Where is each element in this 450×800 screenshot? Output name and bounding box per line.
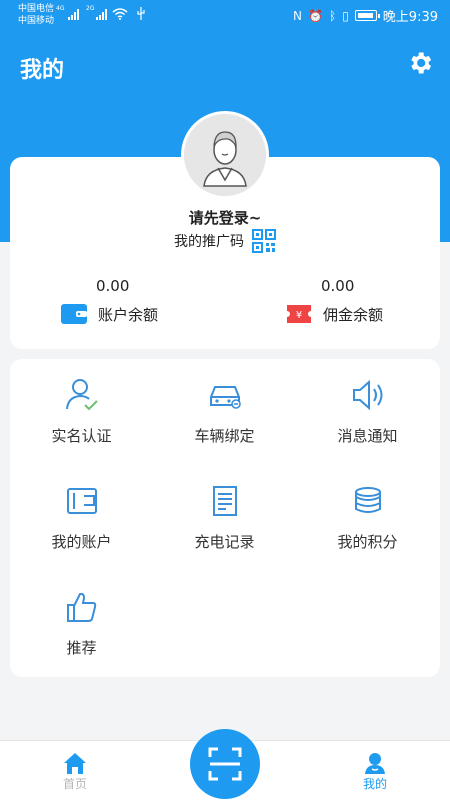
user-profile-icon: [365, 753, 385, 774]
coins-stack-icon: [354, 487, 381, 513]
status-bar: 中国电信 4G 中国移动 2G N ⏰ ᛒ ▯ 晚上9:39: [18, 4, 438, 26]
carrier-info: 中国电信 4G 中国移动: [18, 4, 65, 26]
signal-icon: [96, 8, 107, 20]
commission-balance[interactable]: 0.00 ¥ 佣金余额: [285, 277, 425, 325]
vibrate-icon: ▯: [342, 8, 349, 23]
account-balance-value: 0.00: [96, 277, 130, 295]
promo-code-label: 我的推广码: [174, 234, 244, 250]
menu-card: 实名认证 车辆绑定 消息通知 我的账户 充电记录 我的积分 推荐: [10, 359, 440, 677]
signal-icon: [68, 8, 79, 20]
usb-icon: [137, 7, 145, 20]
verified-user-icon: [65, 379, 98, 411]
status-time: 晚上9:39: [382, 10, 438, 25]
status-icons-left: [112, 7, 146, 20]
wifi-icon: [112, 7, 128, 20]
commission-ticket-icon: ¥: [287, 305, 311, 323]
menu-item-vehicle-binding[interactable]: 车辆绑定: [153, 359, 296, 465]
user-avatar-icon: [184, 114, 266, 196]
tab-me[interactable]: 我的: [335, 751, 415, 792]
menu-item-my-account[interactable]: 我的账户: [10, 465, 153, 571]
bluetooth-icon: ᛒ: [328, 8, 337, 23]
commission-balance-value: 0.00: [321, 277, 355, 295]
menu-item-real-name-verification[interactable]: 实名认证: [10, 359, 153, 465]
scan-button[interactable]: [190, 729, 260, 799]
nfc-icon: N: [293, 8, 303, 23]
tab-home[interactable]: 首页: [35, 751, 115, 792]
menu-item-notifications[interactable]: 消息通知: [296, 359, 439, 465]
account-balance[interactable]: 0.00 账户余额: [60, 277, 200, 325]
record-document-icon: [212, 486, 237, 516]
account-wallet-icon: [66, 488, 97, 514]
page-title: 我的: [20, 58, 65, 83]
qr-code-icon[interactable]: [252, 229, 276, 253]
status-icons-right: N ⏰ ᛒ ▯ 晚上9:39: [293, 6, 438, 26]
speaker-icon: [352, 379, 382, 411]
menu-item-my-points[interactable]: 我的积分: [296, 465, 439, 571]
login-prompt[interactable]: 请先登录~: [10, 207, 440, 228]
wallet-icon: [61, 304, 87, 324]
alarm-icon: ⏰: [308, 8, 323, 23]
tab-home-label: 首页: [62, 777, 87, 791]
carrier-2: 中国移动: [18, 16, 55, 26]
thumbs-up-icon: [66, 592, 96, 622]
account-balance-label: 账户余额: [98, 305, 159, 324]
menu-item-recommend[interactable]: 推荐: [10, 571, 153, 677]
commission-balance-label: 佣金余额: [323, 305, 384, 324]
avatar[interactable]: [181, 111, 269, 199]
tab-me-label: 我的: [362, 777, 387, 791]
menu-item-charging-records[interactable]: 充电记录: [153, 465, 296, 571]
carrier-1: 中国电信: [18, 4, 55, 14]
scan-icon: [208, 747, 242, 781]
battery-icon: [354, 10, 380, 21]
car-bind-icon: [209, 386, 241, 409]
settings-gear-icon[interactable]: [406, 49, 434, 77]
home-icon: [64, 753, 86, 774]
promo-code-row[interactable]: 我的推广码: [10, 229, 440, 253]
svg-text:¥: ¥: [296, 310, 302, 321]
